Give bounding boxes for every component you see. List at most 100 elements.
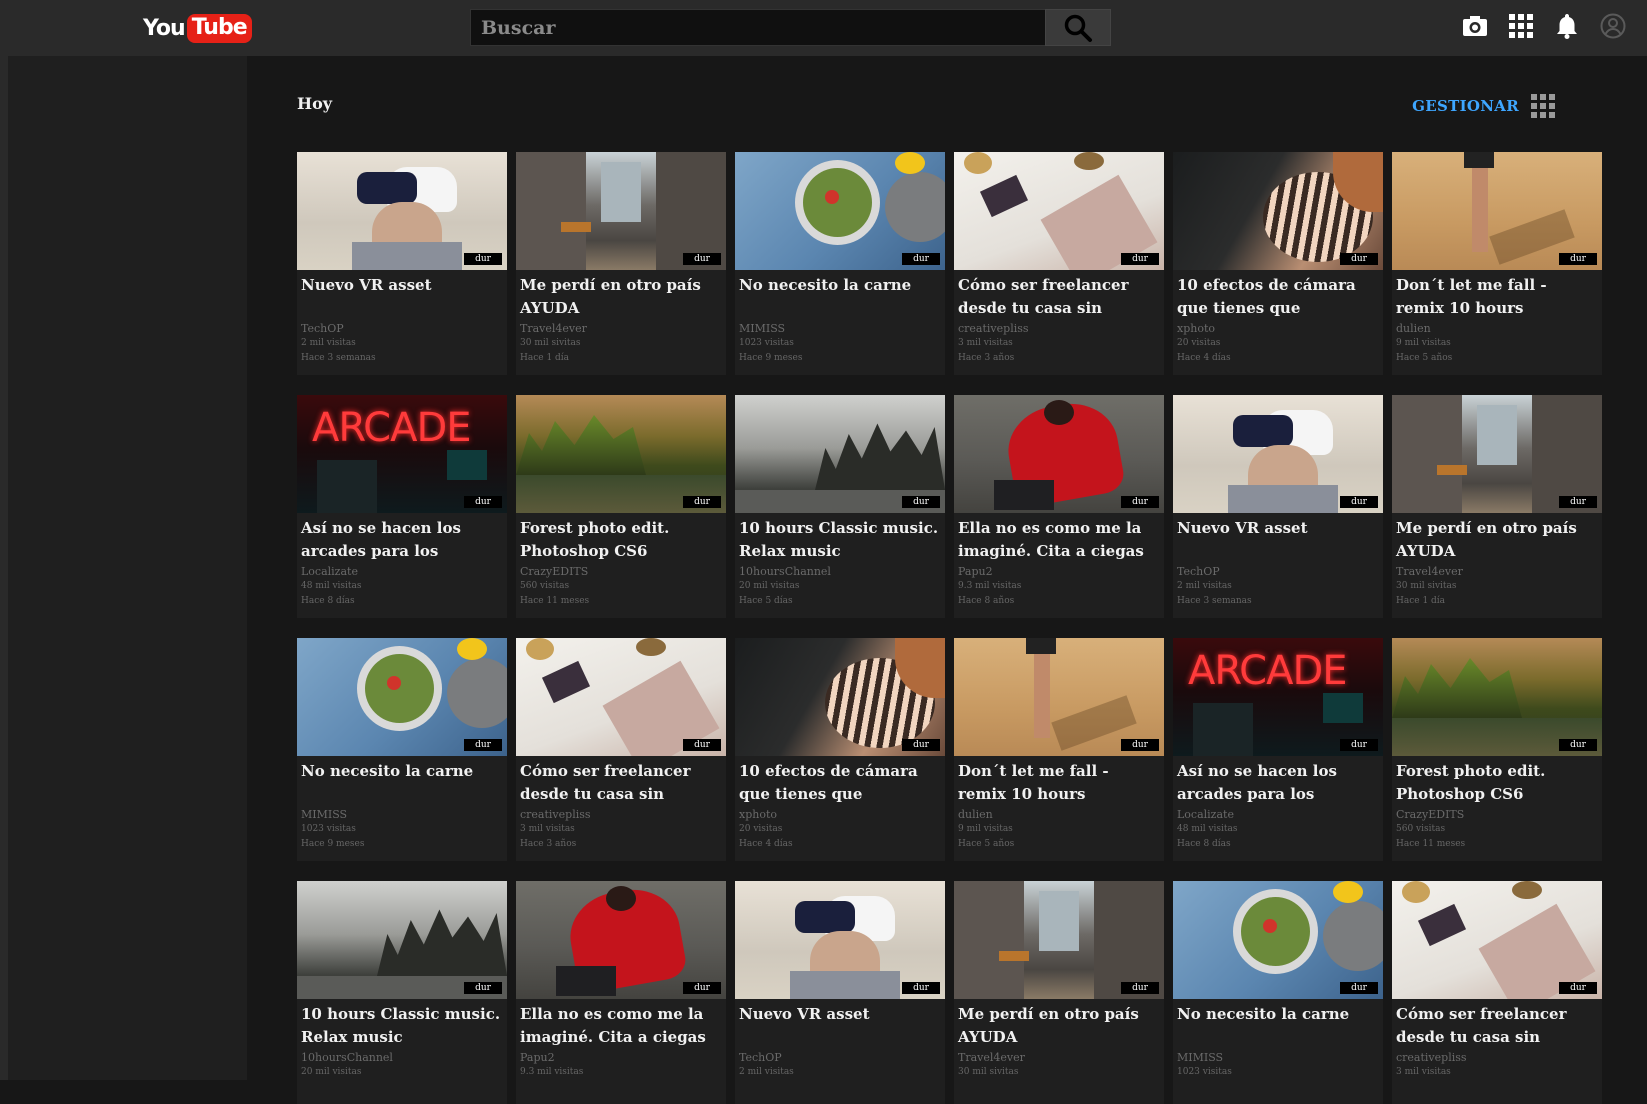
channel-name[interactable]: creativepliss (516, 806, 726, 822)
video-card[interactable]: dur Cómo ser freelancer desde tu casa si… (1392, 881, 1602, 1104)
video-title[interactable]: Cómo ser freelancer desde tu casa sin (516, 756, 726, 806)
video-title[interactable]: Así no se hacen los arcades para los (1173, 756, 1383, 806)
channel-name[interactable]: 10hoursChannel (735, 563, 945, 579)
video-title[interactable]: 10 hours Classic music. Relax music (297, 999, 507, 1049)
video-title[interactable]: No necesito la carne (1173, 999, 1383, 1049)
video-title[interactable]: 10 hours Classic music. Relax music (735, 513, 945, 563)
video-thumbnail[interactable]: dur (954, 881, 1164, 999)
channel-name[interactable]: MIMISS (297, 806, 507, 822)
search-input[interactable] (470, 9, 1046, 46)
video-card[interactable]: dur Nuevo VR asset TechOP 2 mil visitas … (297, 152, 507, 375)
video-card[interactable]: dur Me perdí en otro país AYUDA Travel4e… (1392, 395, 1602, 618)
video-thumbnail[interactable]: ARCADE dur (297, 395, 507, 513)
channel-name[interactable]: Travel4ever (954, 1049, 1164, 1065)
apps-icon[interactable] (1507, 12, 1535, 40)
video-card[interactable]: dur No necesito la carne MIMISS 1023 vis… (297, 638, 507, 861)
video-title[interactable]: Me perdí en otro país AYUDA (954, 999, 1164, 1049)
video-thumbnail[interactable]: dur (954, 395, 1164, 513)
video-thumbnail[interactable]: ARCADE dur (1173, 638, 1383, 756)
video-thumbnail[interactable]: dur (297, 152, 507, 270)
video-thumbnail[interactable]: dur (1173, 881, 1383, 999)
channel-name[interactable]: 10hoursChannel (297, 1049, 507, 1065)
video-title[interactable]: Don´t let me fall - remix 10 hours (1392, 270, 1602, 320)
video-thumbnail[interactable]: dur (1392, 395, 1602, 513)
video-title[interactable]: Ella no es como me la imaginé. Cita a ci… (954, 513, 1164, 563)
channel-name[interactable]: creativepliss (1392, 1049, 1602, 1065)
channel-name[interactable]: TechOP (735, 1049, 945, 1065)
video-card[interactable]: dur Nuevo VR asset TechOP 2 mil visitas (735, 881, 945, 1104)
video-card[interactable]: dur Me perdí en otro país AYUDA Travel4e… (954, 881, 1164, 1104)
video-card[interactable]: dur Don´t let me fall - remix 10 hours d… (1392, 152, 1602, 375)
channel-name[interactable]: xphoto (1173, 320, 1383, 336)
channel-name[interactable]: Localizate (1173, 806, 1383, 822)
video-card[interactable]: dur Nuevo VR asset TechOP 2 mil visitas … (1173, 395, 1383, 618)
search-button[interactable] (1045, 9, 1111, 46)
video-title[interactable]: Cómo ser freelancer desde tu casa sin (954, 270, 1164, 320)
video-title[interactable]: 10 efectos de cámara que tienes que (1173, 270, 1383, 320)
video-thumbnail[interactable]: dur (1173, 395, 1383, 513)
manage-control[interactable]: GESTIONAR (1412, 94, 1555, 118)
channel-name[interactable]: CrazyEDITS (516, 563, 726, 579)
video-card[interactable]: dur 10 efectos de cámara que tienes que … (735, 638, 945, 861)
video-title[interactable]: Ella no es como me la imaginé. Cita a ci… (516, 999, 726, 1049)
channel-name[interactable]: Papu2 (954, 563, 1164, 579)
video-card[interactable]: dur 10 hours Classic music. Relax music … (297, 881, 507, 1104)
channel-name[interactable]: xphoto (735, 806, 945, 822)
video-thumbnail[interactable]: dur (735, 638, 945, 756)
channel-name[interactable]: TechOP (1173, 563, 1383, 579)
video-thumbnail[interactable]: dur (954, 152, 1164, 270)
video-card[interactable]: dur Don´t let me fall - remix 10 hours d… (954, 638, 1164, 861)
video-title[interactable]: Cómo ser freelancer desde tu casa sin (1392, 999, 1602, 1049)
video-card[interactable]: dur No necesito la carne MIMISS 1023 vis… (1173, 881, 1383, 1104)
video-title[interactable]: No necesito la carne (297, 756, 507, 806)
channel-name[interactable]: MIMISS (735, 320, 945, 336)
grid-view-icon[interactable] (1531, 94, 1555, 118)
video-thumbnail[interactable]: dur (1392, 638, 1602, 756)
channel-name[interactable]: MIMISS (1173, 1049, 1383, 1065)
channel-name[interactable]: Papu2 (516, 1049, 726, 1065)
channel-name[interactable]: Travel4ever (516, 320, 726, 336)
channel-name[interactable]: TechOP (297, 320, 507, 336)
video-thumbnail[interactable]: dur (1392, 881, 1602, 999)
video-card[interactable]: dur No necesito la carne MIMISS 1023 vis… (735, 152, 945, 375)
video-card[interactable]: dur Forest photo edit. Photoshop CS6 Cra… (1392, 638, 1602, 861)
video-card[interactable]: ARCADE dur Así no se hacen los arcades p… (297, 395, 507, 618)
channel-name[interactable]: dulien (1392, 320, 1602, 336)
video-title[interactable]: Nuevo VR asset (297, 270, 507, 320)
video-thumbnail[interactable]: dur (735, 881, 945, 999)
manage-button[interactable]: GESTIONAR (1412, 97, 1519, 115)
video-thumbnail[interactable]: dur (516, 395, 726, 513)
channel-name[interactable]: creativepliss (954, 320, 1164, 336)
video-thumbnail[interactable]: dur (1392, 152, 1602, 270)
video-card[interactable]: dur Ella no es como me la imaginé. Cita … (516, 881, 726, 1104)
bell-icon[interactable] (1553, 12, 1581, 40)
video-title[interactable]: Nuevo VR asset (1173, 513, 1383, 563)
video-card[interactable]: dur Ella no es como me la imaginé. Cita … (954, 395, 1164, 618)
video-title[interactable]: 10 efectos de cámara que tienes que (735, 756, 945, 806)
video-title[interactable]: Así no se hacen los arcades para los (297, 513, 507, 563)
video-card[interactable]: dur 10 efectos de cámara que tienes que … (1173, 152, 1383, 375)
account-icon[interactable] (1599, 12, 1627, 40)
video-thumbnail[interactable]: dur (297, 638, 507, 756)
video-thumbnail[interactable]: dur (735, 152, 945, 270)
video-card[interactable]: dur Cómo ser freelancer desde tu casa si… (954, 152, 1164, 375)
video-thumbnail[interactable]: dur (1173, 152, 1383, 270)
video-card[interactable]: dur Me perdí en otro país AYUDA Travel4e… (516, 152, 726, 375)
video-thumbnail[interactable]: dur (516, 152, 726, 270)
camera-icon[interactable] (1461, 12, 1489, 40)
youtube-logo[interactable]: You Tube (143, 12, 252, 44)
video-thumbnail[interactable]: dur (516, 638, 726, 756)
video-card[interactable]: dur Cómo ser freelancer desde tu casa si… (516, 638, 726, 861)
channel-name[interactable]: CrazyEDITS (1392, 806, 1602, 822)
video-title[interactable]: No necesito la carne (735, 270, 945, 320)
video-title[interactable]: Forest photo edit. Photoshop CS6 (1392, 756, 1602, 806)
channel-name[interactable]: Localizate (297, 563, 507, 579)
video-thumbnail[interactable]: dur (954, 638, 1164, 756)
video-card[interactable]: dur Forest photo edit. Photoshop CS6 Cra… (516, 395, 726, 618)
channel-name[interactable]: dulien (954, 806, 1164, 822)
video-thumbnail[interactable]: dur (297, 881, 507, 999)
video-card[interactable]: dur 10 hours Classic music. Relax music … (735, 395, 945, 618)
video-thumbnail[interactable]: dur (735, 395, 945, 513)
video-thumbnail[interactable]: dur (516, 881, 726, 999)
video-card[interactable]: ARCADE dur Así no se hacen los arcades p… (1173, 638, 1383, 861)
